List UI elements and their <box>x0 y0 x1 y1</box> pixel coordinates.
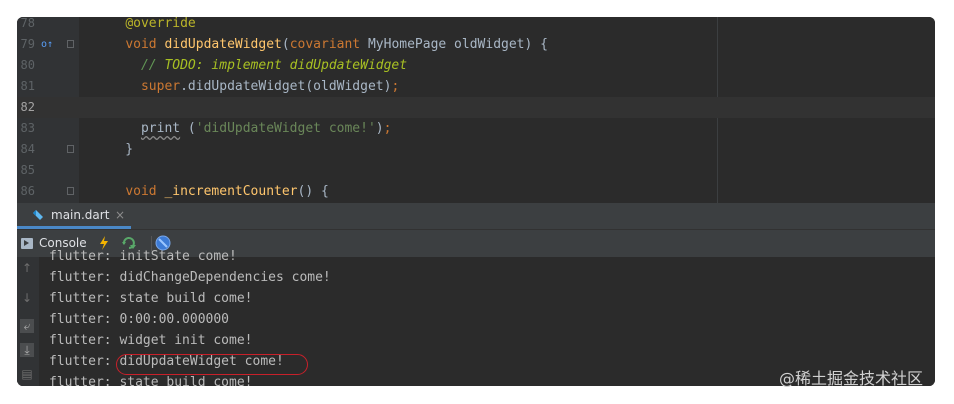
code-line[interactable]: 81 super.didUpdateWidget(oldWidget); <box>17 76 935 97</box>
soft-wrap-icon[interactable]: ⤶ <box>20 319 34 333</box>
code-token: didUpdateWidget <box>164 37 282 52</box>
console-side-toolbar: ↑ ↓ ⤶ ⤓ ▤ <box>17 257 39 386</box>
code-line[interactable]: 84 } <box>17 139 935 160</box>
code-text: super.didUpdateWidget(oldWidget); <box>94 76 399 97</box>
console-line: flutter: initState come! <box>49 249 237 264</box>
code-token: .didUpdateWidget(oldWidget) <box>180 79 392 94</box>
override-gutter-icon[interactable]: o↑ <box>41 34 53 55</box>
code-line[interactable]: 79 o↑ void didUpdateWidget(covariant MyHo… <box>17 34 935 55</box>
fold-marker-icon[interactable] <box>67 145 74 153</box>
tab-main-dart[interactable]: main.dart × <box>17 203 131 229</box>
line-number: 79 <box>20 37 35 51</box>
code-token: ; <box>383 121 392 136</box>
line-number: 81 <box>20 79 35 93</box>
tab-label: main.dart <box>51 208 110 222</box>
console-icon <box>21 238 33 249</box>
fold-marker-icon[interactable] <box>67 187 74 195</box>
code-token: ; <box>391 79 400 94</box>
code-token: 'didUpdateWidget come!' <box>195 121 376 136</box>
line-number: 86 <box>20 184 35 198</box>
line-number: 83 <box>20 121 35 135</box>
code-token: print <box>140 121 181 136</box>
code-token: covariant <box>289 37 368 52</box>
code-line[interactable]: 85 <box>17 160 935 181</box>
code-token: _incrementCounter <box>164 184 298 199</box>
code-token: () { <box>297 184 329 199</box>
dart-file-icon <box>33 210 43 220</box>
editor-tab-bar: main.dart × <box>17 203 935 229</box>
line-number: 78 <box>20 17 35 30</box>
scroll-down-icon[interactable]: ↓ <box>20 291 34 305</box>
watermark: @稀土掘金技术社区 <box>779 369 924 388</box>
code-text: print ('didUpdateWidget come!'); <box>94 118 391 139</box>
code-text: void _incrementCounter() { <box>94 181 329 202</box>
console-line: flutter: 0:00:00.000000 <box>49 312 230 327</box>
scroll-to-end-icon[interactable]: ⤓ <box>20 343 34 357</box>
code-token: ( <box>281 37 290 52</box>
line-number: 80 <box>20 58 35 72</box>
code-text: // TODO: implement didUpdateWidget <box>94 55 407 76</box>
code-text: @override <box>94 17 196 34</box>
code-text: void didUpdateWidget(covariant MyHomePag… <box>94 34 548 55</box>
highlight-annotation <box>116 354 308 375</box>
code-token: // <box>140 58 165 73</box>
code-token: super <box>140 79 181 94</box>
code-token: ( <box>180 121 196 136</box>
console-line: flutter: widget init come! <box>49 333 253 348</box>
code-line[interactable]: 83 print ('didUpdateWidget come!'); <box>17 118 935 139</box>
line-number: 85 <box>20 163 35 177</box>
line-number: 84 <box>20 142 35 156</box>
code-token: TODO: implement didUpdateWidget <box>164 58 408 73</box>
ide-window: 78 @override 79 o↑ void didUpdateWidget(co… <box>17 17 935 386</box>
fold-marker-icon[interactable] <box>67 40 74 48</box>
code-text: } <box>94 139 133 160</box>
code-editor[interactable]: 78 @override 79 o↑ void didUpdateWidget(co… <box>17 17 935 203</box>
tab-close-icon[interactable]: × <box>115 203 125 228</box>
code-line[interactable]: 86 void _incrementCounter() { <box>17 181 935 202</box>
console-line: flutter: state build come! <box>49 291 253 306</box>
code-token: MyHomePage oldWidget) { <box>367 37 548 52</box>
code-line[interactable]: 82 <box>17 97 935 118</box>
code-token: ) <box>375 121 384 136</box>
code-token: void <box>125 37 165 52</box>
code-line[interactable]: 80 // TODO: implement didUpdateWidget <box>17 55 935 76</box>
code-token: void <box>125 184 165 199</box>
scroll-up-icon[interactable]: ↑ <box>20 261 34 275</box>
code-line[interactable]: 78 @override <box>17 17 935 34</box>
code-token: } <box>94 142 134 157</box>
print-icon[interactable]: ▤ <box>20 367 34 381</box>
line-number: 82 <box>20 100 35 114</box>
console-line: flutter: didChangeDependencies come! <box>49 270 331 285</box>
code-token: @override <box>125 17 196 31</box>
